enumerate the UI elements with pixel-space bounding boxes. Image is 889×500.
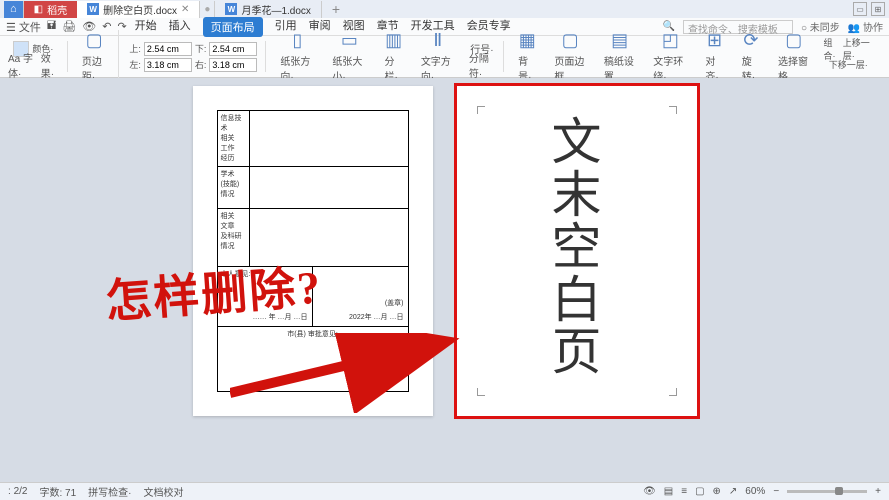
ribbon-bg[interactable]: ▦背景· [514, 30, 540, 83]
manu-icon: ▤ [611, 30, 628, 51]
break[interactable]: 分隔符· [469, 50, 495, 80]
ribbon: 颜色· Aa 字体·效果· ▢页边距· 上: 下: 左: 右: ▯纸张方向· ▭… [0, 36, 889, 78]
page-2-blank[interactable]: 文末空白页 [457, 86, 697, 416]
ribbon-select[interactable]: ▢选择窗格 [774, 30, 813, 83]
orient-icon: ▯ [292, 30, 302, 51]
crop-br [669, 388, 677, 396]
ribbon-manuscript[interactable]: ▤稿纸设置 [600, 30, 639, 83]
annotation-arrow [230, 333, 470, 413]
zoom-in[interactable]: + [875, 486, 881, 497]
margin-bottom-input[interactable] [209, 42, 257, 56]
columns-icon: ▥ [385, 30, 402, 51]
ribbon-papersize[interactable]: ▭纸张大小· [328, 30, 370, 83]
tab-label: 月季花—1.docx [241, 2, 310, 17]
page-status[interactable]: : 2/2 [8, 486, 27, 497]
zoom-slider[interactable] [787, 490, 867, 493]
home-icon: ⌂ [10, 3, 17, 15]
ribbon-margins: ▢页边距· [78, 30, 119, 83]
crop-tr [669, 106, 677, 114]
tab-doc-2[interactable]: W 月季花—1.docx [215, 1, 321, 18]
ribbon-theme: 颜色· Aa 字体·效果· [8, 41, 68, 72]
zoom-out[interactable]: − [773, 486, 779, 497]
ribbon-border[interactable]: ▢页面边框 [550, 30, 589, 83]
workspace[interactable]: 信息技术 相关 工作 经历 学术 (技能) 情况 相关 文章 及科研 情况 本人… [0, 78, 889, 482]
annotation-vertical-text: 文末空白页 [457, 116, 697, 379]
view-icon-1[interactable]: 👁 [643, 486, 656, 497]
plus-icon: + [332, 1, 340, 17]
view-icon-6[interactable]: ↗ [729, 486, 737, 497]
win-btn-2[interactable]: ⊞ [871, 2, 885, 16]
file-icon[interactable]: ☰ 文件 [6, 19, 41, 35]
tab-sep: ● [200, 1, 215, 18]
tab-doc-1[interactable]: W 删除空白页.docx ✕ [77, 1, 200, 18]
view-icon-3[interactable]: ≡ [681, 486, 687, 497]
cell-label-2: 学术 (技能) 情况 [218, 167, 250, 208]
menu-right: 🔍 查找命令、搜索模板 ○ 未同步 👥 协作 [662, 19, 883, 34]
font-label[interactable]: Aa 字体· [8, 50, 38, 80]
ribbon-rotate[interactable]: ⟳旋转· [738, 30, 764, 83]
ribbon-layer: 组合· 上移一层· 下移一层· [823, 41, 881, 72]
rotate-icon: ⟳ [743, 30, 758, 51]
border-icon: ▢ [562, 30, 579, 51]
doc-proof[interactable]: 文档校对 [144, 484, 184, 499]
save-icon[interactable]: 🖬 [47, 17, 56, 36]
crop-tl [477, 106, 485, 114]
ribbon-columns[interactable]: ▥分栏· [380, 30, 406, 83]
cell-label-1: 信息技术 相关 工作 经历 [218, 111, 250, 166]
view-icon-5[interactable]: ⊕ [713, 486, 721, 497]
new-tab[interactable]: + [322, 1, 350, 18]
menu-pagelayout[interactable]: 页面布局 [203, 17, 263, 37]
titlebar: ⌂ ◧ 稻壳 W 删除空白页.docx ✕ ● W 月季花—1.docx + ▭… [0, 0, 889, 18]
align-icon: ⊞ [707, 30, 722, 51]
ribbon-margin-values: 上: 下: 左: 右: [129, 41, 266, 72]
app-tab-label: 稻壳 [47, 2, 67, 17]
spell-check[interactable]: 拼写检查· [88, 484, 131, 499]
bg-icon: ▦ [519, 30, 536, 51]
ribbon-orientation[interactable]: ▯纸张方向· [276, 30, 318, 83]
print-icon[interactable]: 🖨 [62, 20, 76, 33]
crop-bl [477, 388, 485, 396]
status-right: 👁 ▤ ≡ ▢ ⊕ ↗ 60% − + [643, 486, 881, 497]
down[interactable]: 下移一层· [829, 58, 868, 71]
tab-label: 删除空白页.docx [103, 2, 177, 17]
view-icon-4[interactable]: ▢ [695, 486, 704, 497]
right-label: 右: [195, 58, 207, 71]
margin-top-input[interactable] [144, 42, 192, 56]
bottom-label: 下: [195, 42, 207, 55]
margin-left-input[interactable] [144, 58, 192, 72]
word-icon: W [225, 3, 237, 15]
ribbon-textdir[interactable]: Ⅱ文字方向· [417, 30, 459, 83]
effect-label[interactable]: 效果· [41, 50, 59, 80]
cell-content-2 [250, 167, 408, 208]
ribbon-wrap[interactable]: ◰文字环绕· [649, 30, 691, 83]
menu-start[interactable]: 开始 [135, 17, 157, 37]
close-icon[interactable]: ✕ [181, 4, 189, 15]
cell-content-1 [250, 111, 408, 166]
left-label: 左: [129, 58, 141, 71]
word-count[interactable]: 字数: 71 [39, 484, 76, 499]
word-icon: W [87, 3, 99, 15]
top-label: 上: [129, 42, 141, 55]
cell-stamp: (盖章) 2022年 …月 …日 [313, 267, 408, 326]
statusbar: : 2/2 字数: 71 拼写检查· 文档校对 👁 ▤ ≡ ▢ ⊕ ↗ 60% … [0, 482, 889, 500]
win-btn-1[interactable]: ▭ [853, 2, 867, 16]
select-icon: ▢ [785, 30, 802, 51]
margin-right-input[interactable] [209, 58, 257, 72]
view-icon-2[interactable]: ▤ [664, 486, 673, 497]
menu-member[interactable]: 会员专享 [467, 17, 511, 37]
margin-icon[interactable]: ▢ [86, 30, 103, 51]
size-icon: ▭ [341, 30, 358, 51]
app-tab[interactable]: ◧ 稻壳 [24, 1, 77, 18]
textdir-icon: Ⅱ [433, 30, 442, 51]
ribbon-align[interactable]: ⊞对齐· [701, 30, 727, 83]
home-tab[interactable]: ⌂ [4, 1, 24, 18]
ribbon-lineno: 行号· 分隔符· [469, 41, 504, 72]
wrap-icon: ◰ [662, 30, 679, 51]
app-icon: ◧ [34, 4, 43, 15]
menu-insert[interactable]: 插入 [169, 17, 191, 37]
zoom-value[interactable]: 60% [745, 486, 765, 497]
collab-button[interactable]: 👥 协作 [848, 19, 883, 34]
window-controls: ▭ ⊞ [853, 2, 885, 16]
